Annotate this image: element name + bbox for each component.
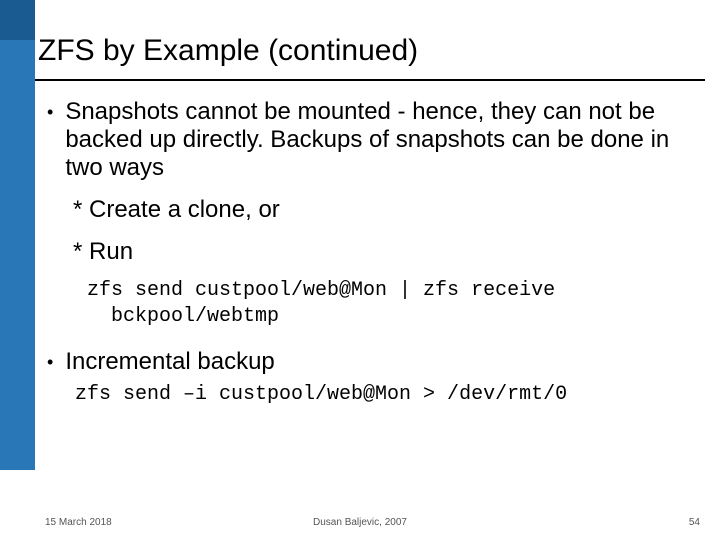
code-block: zfs send –i custpool/web@Mon > /dev/rmt/…: [75, 382, 685, 408]
sub-bullet: * Create a clone, or: [73, 196, 685, 224]
footer-date: 15 March 2018: [45, 517, 112, 528]
bullet-text: Snapshots cannot be mounted - hence, the…: [65, 98, 685, 182]
sub-bullet: * Run: [73, 238, 685, 266]
title-underline: [35, 79, 705, 81]
corner-accent: [0, 0, 35, 40]
bullet-dot-icon: •: [47, 98, 53, 126]
footer-page-number: 54: [689, 517, 700, 528]
slide-body: • Snapshots cannot be mounted - hence, t…: [45, 90, 685, 408]
code-block: zfs send custpool/web@Mon | zfs receive …: [87, 278, 685, 330]
slide: ZFS by Example (continued) • Snapshots c…: [0, 0, 720, 540]
side-accent: [0, 40, 35, 470]
bullet-item: • Incremental backup: [45, 348, 685, 376]
footer: 15 March 2018 Dusan Baljevic, 2007 54: [0, 517, 720, 528]
bullet-item: • Snapshots cannot be mounted - hence, t…: [45, 98, 685, 182]
bullet-text: Incremental backup: [65, 348, 274, 376]
slide-title: ZFS by Example (continued): [38, 34, 418, 68]
bullet-dot-icon: •: [47, 348, 53, 376]
